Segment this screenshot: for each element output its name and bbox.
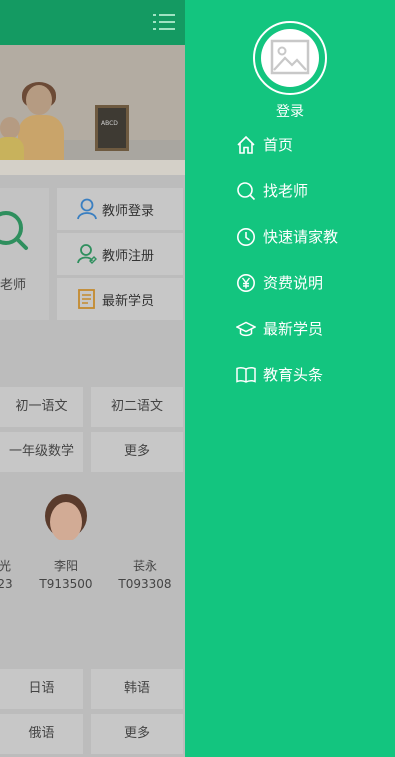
find-teacher-tile[interactable]: [0, 188, 49, 320]
home-icon: [237, 135, 255, 154]
search-icon: [0, 211, 28, 250]
teacher-id: T093308: [118, 577, 172, 591]
teacher-register-button[interactable]: 教师注册: [57, 233, 183, 275]
course-button[interactable]: 初一语文: [0, 387, 83, 427]
main-page-overlay[interactable]: ABCD 老师 教师登录 教师注册 最新学员 初一语文 初二语文 一年级数学 更…: [0, 0, 185, 757]
chalkboard-text: ABCD: [101, 120, 118, 127]
user-avatar[interactable]: [253, 21, 327, 95]
nav-item-label: 资费说明: [263, 274, 324, 292]
document-icon: [78, 289, 95, 309]
user-register-icon: [77, 244, 97, 264]
course-button[interactable]: 初二语文: [91, 387, 183, 427]
graduation-cap-icon: [236, 321, 256, 337]
nav-item-label: 找老师: [263, 182, 309, 200]
nav-item-label: 最新学员: [263, 320, 324, 338]
language-button[interactable]: 韩语: [91, 669, 183, 709]
nav-item-label: 首页: [263, 136, 294, 154]
clock-icon: [237, 228, 255, 246]
teacher-name: 苌永: [132, 559, 157, 573]
user-icon: [77, 198, 97, 220]
teacher-id: T913500: [39, 577, 93, 591]
latest-students-button[interactable]: 最新学员: [57, 278, 183, 320]
teacher-card[interactable]: 光 23: [0, 557, 16, 593]
top-bar: [0, 0, 185, 45]
banner-image[interactable]: ABCD: [0, 45, 185, 175]
course-button[interactable]: 一年级数学: [0, 432, 83, 472]
teacher-card[interactable]: 苌永 T093308: [115, 557, 175, 593]
language-button[interactable]: 俄语: [0, 714, 83, 754]
teacher-login-button[interactable]: 教师登录: [57, 188, 183, 230]
nav-item-label: 教育头条: [263, 366, 324, 384]
teacher-name: 李阳: [53, 559, 78, 573]
language-more-button[interactable]: 更多: [91, 714, 183, 754]
latest-students-label: 最新学员: [102, 294, 155, 309]
teacher-login-label: 教师登录: [102, 204, 155, 219]
teacher-name: 光: [0, 559, 11, 573]
image-placeholder-icon: [270, 39, 310, 75]
book-icon: [236, 367, 256, 383]
yen-icon: [237, 274, 255, 292]
menu-list-icon[interactable]: [153, 14, 175, 30]
chalkboard: ABCD: [95, 105, 129, 151]
nav-item-label: 快速请家教: [263, 228, 339, 246]
teacher-register-label: 教师注册: [102, 249, 155, 264]
login-link[interactable]: 登录: [185, 101, 395, 121]
find-teacher-label: 老师: [0, 278, 27, 293]
teacher-avatar[interactable]: [44, 494, 88, 550]
teacher-card[interactable]: 李阳 T913500: [36, 557, 96, 593]
side-drawer: 登录 首页 找老师 快速请家教 资费说明 最新学员 教育头条: [185, 0, 395, 757]
language-button[interactable]: 日语: [0, 669, 83, 709]
teacher-id: 23: [0, 577, 13, 591]
search-icon: [237, 182, 256, 201]
course-more-button[interactable]: 更多: [91, 432, 183, 472]
